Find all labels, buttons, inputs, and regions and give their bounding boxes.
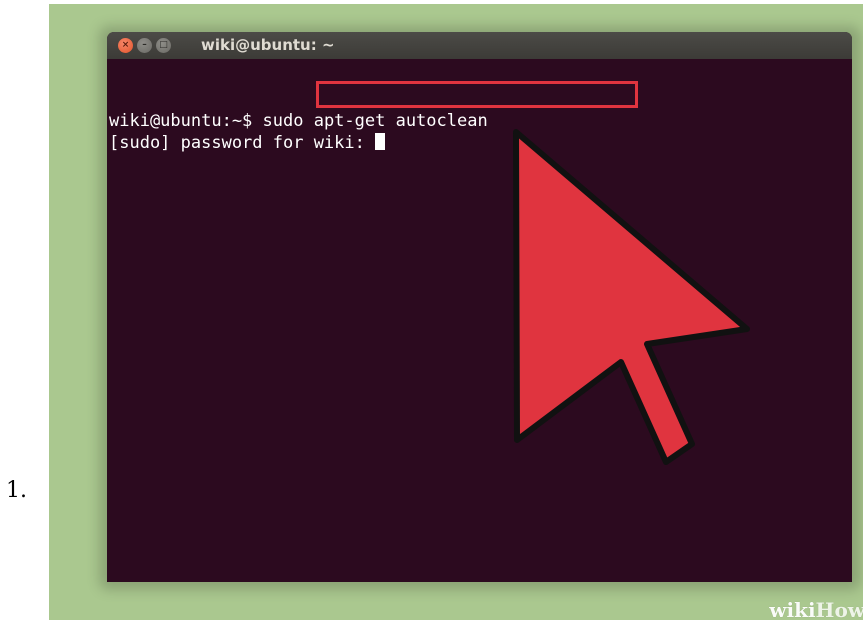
page: 1. × – □ wiki@ubuntu: ~ wiki@ubuntu:~$ s… bbox=[0, 0, 863, 620]
pointer-arrow-shape bbox=[513, 129, 750, 465]
mouse-pointer-arrow-icon bbox=[513, 129, 750, 465]
list-item-number: 1. bbox=[6, 478, 27, 503]
watermark-area: wikiHow bbox=[739, 584, 863, 620]
wikihow-watermark: wikiHow bbox=[769, 598, 863, 620]
step-illustration: × – □ wiki@ubuntu: ~ wiki@ubuntu:~$ sudo… bbox=[49, 4, 863, 620]
